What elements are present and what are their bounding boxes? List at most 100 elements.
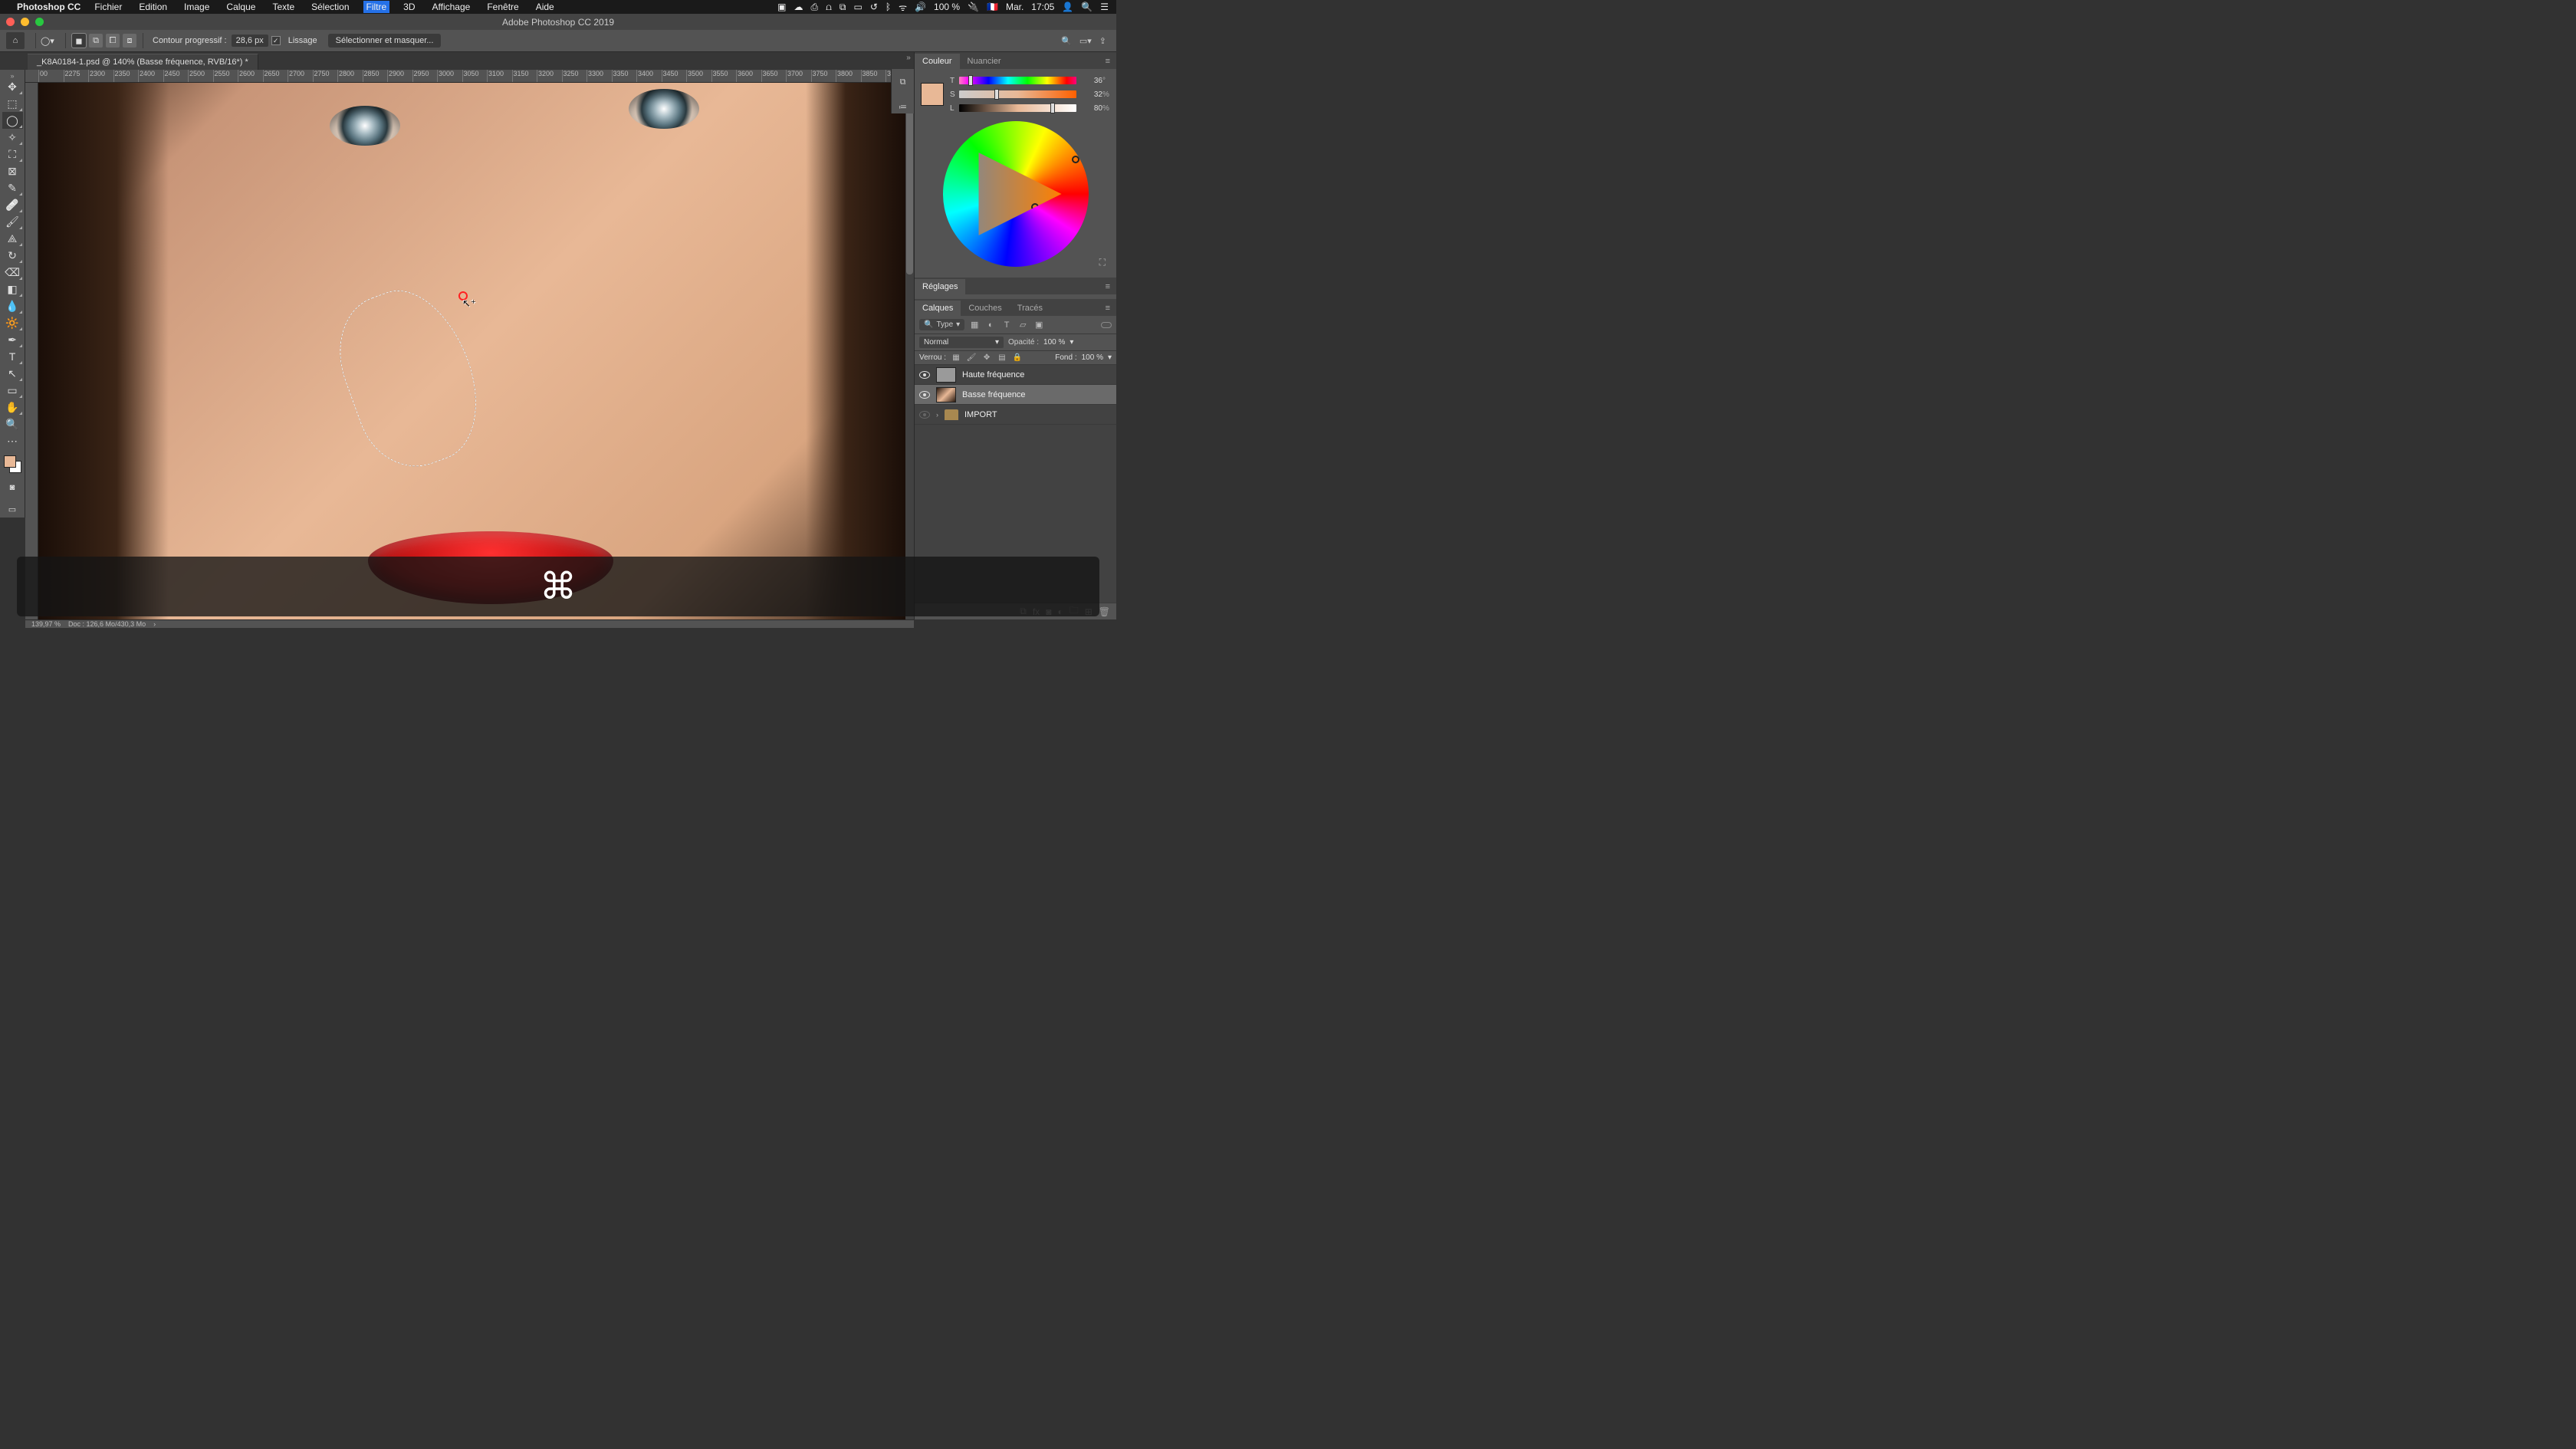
layer-name[interactable]: Basse fréquence [962,390,1026,399]
menubar-day[interactable]: Mar. [1006,2,1024,12]
search-icon[interactable]: 🔍 [1061,36,1072,46]
tab-reglages[interactable]: Réglages [915,279,965,294]
workspace-switcher-icon[interactable]: ▭▾ [1079,36,1092,46]
clone-stamp-tool-icon[interactable]: ⟁ [2,230,23,247]
sat-slider-thumb[interactable] [994,89,999,100]
layer-visibility-icon[interactable] [919,391,930,399]
user-icon[interactable]: 👤 [1062,2,1073,12]
eyedropper-tool-icon[interactable]: ✎ [2,179,23,196]
share-icon[interactable]: ⇪ [1099,36,1106,46]
window-close-button[interactable] [6,18,15,26]
blur-tool-icon[interactable]: 💧 [2,297,23,314]
battery-percent[interactable]: 100 % [934,2,960,12]
properties-panel-icon[interactable]: ≔ [895,100,911,113]
color-wheel-picker[interactable] [1072,156,1079,163]
layer-row[interactable]: Haute fréquence [915,365,1116,385]
dropbox-icon[interactable]: ⧉ [840,2,846,13]
menubar-time[interactable]: 17:05 [1031,2,1054,12]
tab-couches[interactable]: Couches [961,301,1009,316]
spotlight-icon[interactable]: 🔍 [1081,2,1092,12]
tool-preset-lasso[interactable]: ◯▾ [41,33,61,48]
wifi-icon[interactable]: ᯤ [899,1,907,14]
color-triangle-picker[interactable] [1031,203,1039,211]
filter-type-icon[interactable]: T [1001,320,1013,330]
pen-tool-icon[interactable]: ✒ [2,331,23,348]
app-name[interactable]: Photoshop CC [17,2,80,12]
color-wheel[interactable] [943,121,1089,267]
lock-position-icon[interactable]: ✥ [981,353,992,362]
dodge-tool-icon[interactable]: 🔆 [2,314,23,331]
filter-adjust-icon[interactable]: ◐ [984,320,997,330]
menu-fichier[interactable]: Fichier [91,1,125,13]
type-tool-icon[interactable]: T [2,348,23,365]
magic-wand-tool-icon[interactable]: ✧ [2,129,23,146]
printer-icon[interactable]: ⎙ [810,2,818,13]
selection-new-icon[interactable]: ◼ [72,34,86,48]
cloud-icon[interactable]: ☁ [794,2,803,12]
fill-value[interactable]: 100 % [1082,353,1103,362]
menu-texte[interactable]: Texte [269,1,297,13]
window-zoom-button[interactable] [35,18,44,26]
menu-fenetre[interactable]: Fenêtre [484,1,521,13]
status-menu-chevron-icon[interactable]: › [153,620,156,628]
color-main-swatch[interactable] [921,83,944,106]
delete-layer-icon[interactable]: 🗑 [1099,606,1110,617]
adjustments-panel-menu-icon[interactable]: ≡ [1099,279,1116,294]
filter-toggle[interactable] [1101,322,1112,328]
selection-intersect-icon[interactable]: ⧈ [123,34,136,48]
sat-value[interactable]: 32 [1081,90,1102,99]
hue-slider[interactable] [959,77,1076,84]
lock-transparency-icon[interactable]: ▦ [951,353,961,362]
luminance-slider[interactable] [959,104,1076,112]
menu-image[interactable]: Image [181,1,212,13]
lum-slider-thumb[interactable] [1050,103,1055,113]
zoom-level[interactable]: 139,97 % [31,620,61,628]
toolbox-expand-handle[interactable]: » [0,72,25,78]
document-image[interactable]: ↖⁺ [38,83,905,619]
saturation-slider[interactable] [959,90,1076,98]
feather-input[interactable]: 28,6 px [232,34,268,47]
home-button[interactable]: ⌂ [6,32,25,49]
scrollbar-thumb[interactable] [906,106,913,274]
battery-icon[interactable]: 🔌 [968,2,979,12]
hue-slider-thumb[interactable] [968,75,973,86]
lock-artboard-icon[interactable]: ▤ [997,353,1007,362]
layer-visibility-icon[interactable] [919,371,930,379]
menu-filtre[interactable]: Filtre [363,1,390,13]
foreground-swatch[interactable] [4,455,16,468]
lock-pixels-icon[interactable]: 🖌 [966,353,977,362]
lock-all-icon[interactable]: 🔒 [1012,353,1023,362]
menu-selection[interactable]: Sélection [308,1,352,13]
layer-filter-dropdown[interactable]: 🔍 Type ▾ [919,319,964,330]
menu-calque[interactable]: Calque [223,1,258,13]
tab-couleur[interactable]: Couleur [915,54,960,69]
filter-pixel-icon[interactable]: ▦ [968,320,981,330]
horizontal-ruler[interactable]: 00 2275 2300 2350 2400 2450 2500 2550 26… [25,70,914,83]
hand-tool-icon[interactable]: ✋ [2,399,23,416]
tab-nuancier[interactable]: Nuancier [960,54,1009,69]
move-tool-icon[interactable]: ✥ [2,78,23,95]
screen-record-icon[interactable]: ▣ [777,2,786,12]
timemachine-icon[interactable]: ↺ [870,2,878,12]
layer-thumbnail[interactable] [936,367,956,383]
wacom-icon[interactable]: ⩍ [826,2,832,13]
gradient-tool-icon[interactable]: ◧ [2,281,23,297]
crop-tool-icon[interactable]: ⛶ [2,146,23,163]
eraser-tool-icon[interactable]: ⌫ [2,264,23,281]
opacity-value[interactable]: 100 % [1043,338,1065,347]
tab-calques[interactable]: Calques [915,301,961,316]
group-expand-icon[interactable]: › [936,411,938,419]
display-icon[interactable]: ▭ [853,2,862,12]
menu-affichage[interactable]: Affichage [429,1,474,13]
canvas[interactable]: ↖⁺ [38,83,905,619]
vertical-ruler[interactable] [25,83,38,619]
lum-value[interactable]: 80 [1081,104,1102,113]
select-and-mask-button[interactable]: Sélectionner et masquer... [328,34,442,48]
layer-group-row[interactable]: › IMPORT [915,405,1116,425]
blend-mode-dropdown[interactable]: Normal▾ [919,337,1004,348]
bluetooth-icon[interactable]: ᛒ [886,2,891,12]
hue-value[interactable]: 36 [1081,77,1102,85]
vertical-scrollbar[interactable] [905,83,914,619]
quick-mask-icon[interactable]: ◙ [2,479,23,496]
doc-size-info[interactable]: Doc : 126,6 Mo/430,3 Mo [68,620,146,628]
